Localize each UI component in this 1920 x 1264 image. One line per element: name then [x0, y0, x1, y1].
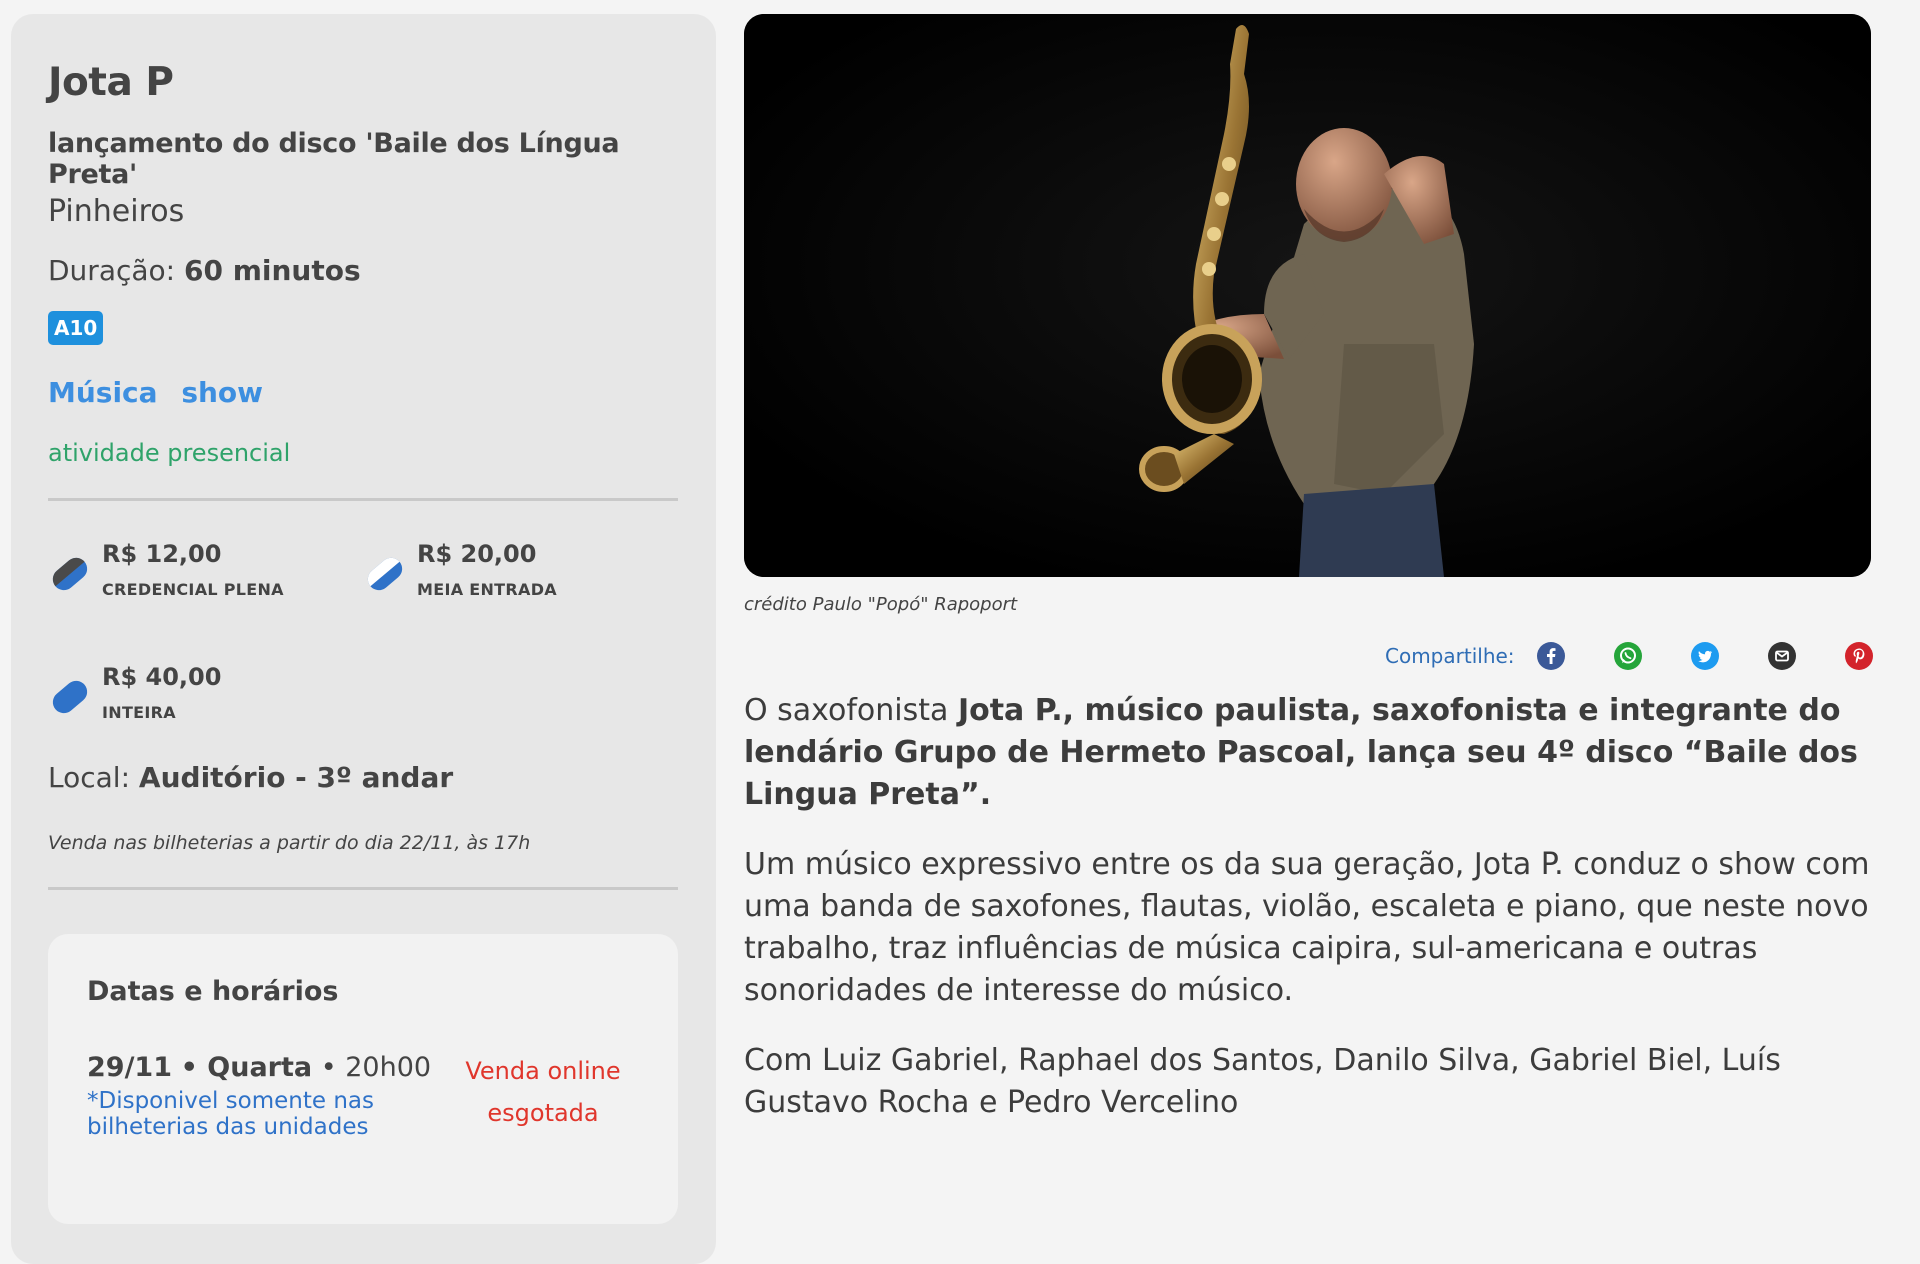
share-bar: Compartilhe:	[1385, 640, 1873, 672]
sale-note: Venda nas bilheterias a partir do dia 22…	[48, 832, 531, 854]
facebook-icon[interactable]	[1536, 642, 1565, 670]
session-note: *Disponivel somente nas bilheterias das …	[87, 1088, 375, 1140]
event-tags: Música show	[48, 376, 277, 409]
venue-value: Auditório - 3º andar	[138, 761, 454, 794]
session-separator: •	[320, 1052, 346, 1083]
price-inteira: R$ 40,00 INTEIRA	[48, 663, 348, 733]
event-title: Jota P	[48, 60, 174, 105]
twitter-icon[interactable]	[1690, 642, 1719, 670]
description-paragraph: Um músico expressivo entre os da sua ger…	[744, 847, 1870, 1008]
event-photo	[744, 14, 1871, 577]
age-rating-badge: A10	[48, 311, 104, 345]
price-label: INTEIRA	[102, 703, 176, 722]
price-label: MEIA ENTRADA	[417, 580, 557, 599]
event-info-panel: Jota P lançamento do disco 'Baile dos Lí…	[11, 14, 716, 1264]
event-location: Pinheiros	[48, 194, 185, 229]
share-label: Compartilhe:	[1385, 644, 1515, 668]
sale-status: Venda online esgotada	[448, 1050, 638, 1134]
price-meia-entrada: R$ 20,00 MEIA ENTRADA	[363, 540, 663, 610]
event-subtitle: lançamento do disco 'Baile dos Língua Pr…	[48, 128, 620, 190]
price-amount: R$ 40,00	[102, 663, 222, 691]
tag-show[interactable]: show	[181, 376, 263, 409]
venue: Local: Auditório - 3º andar	[48, 761, 453, 794]
duration-label: Duração:	[48, 254, 176, 287]
inteira-icon	[52, 680, 88, 714]
schedule-title: Datas e horários	[87, 976, 339, 1007]
credencial-plena-icon	[52, 557, 88, 591]
email-icon[interactable]	[1767, 642, 1796, 670]
price-label: CREDENCIAL PLENA	[102, 580, 284, 599]
sale-status-line1: Venda online	[465, 1057, 621, 1085]
sale-status-line2: esgotada	[487, 1099, 599, 1127]
price-amount: R$ 20,00	[417, 540, 537, 568]
event-description: O saxofonista Jota P., músico paulista, …	[744, 690, 1874, 1152]
pinterest-icon[interactable]	[1844, 642, 1873, 670]
session-time: 20h00	[345, 1052, 432, 1083]
divider	[48, 498, 678, 501]
session-datetime: 29/11 • Quarta • 20h00	[87, 1052, 431, 1083]
photo-credit: crédito Paulo "Popó" Rapoport	[744, 594, 1018, 615]
meia-entrada-icon	[367, 557, 403, 591]
whatsapp-icon[interactable]	[1613, 642, 1642, 670]
description-intro: O saxofonista	[744, 693, 958, 728]
divider	[48, 887, 678, 890]
duration-value: 60 minutos	[184, 254, 361, 287]
price-amount: R$ 12,00	[102, 540, 222, 568]
event-duration: Duração: 60 minutos	[48, 254, 361, 287]
price-credencial-plena: R$ 12,00 CREDENCIAL PLENA	[48, 540, 348, 610]
description-paragraph: O saxofonista Jota P., músico paulista, …	[744, 690, 1874, 816]
venue-label: Local:	[48, 761, 131, 794]
tag-musica[interactable]: Música	[48, 376, 158, 409]
description-paragraph: Com Luiz Gabriel, Raphael dos Santos, Da…	[744, 1043, 1781, 1120]
saxophonist-photo	[744, 14, 1871, 577]
presence-type: atividade presencial	[48, 439, 291, 467]
session-weekday: Quarta	[207, 1052, 313, 1083]
session-separator: •	[180, 1052, 208, 1083]
schedule-card: Datas e horários 29/11 • Quarta • 20h00 …	[48, 934, 678, 1224]
session-date: 29/11	[87, 1052, 173, 1083]
